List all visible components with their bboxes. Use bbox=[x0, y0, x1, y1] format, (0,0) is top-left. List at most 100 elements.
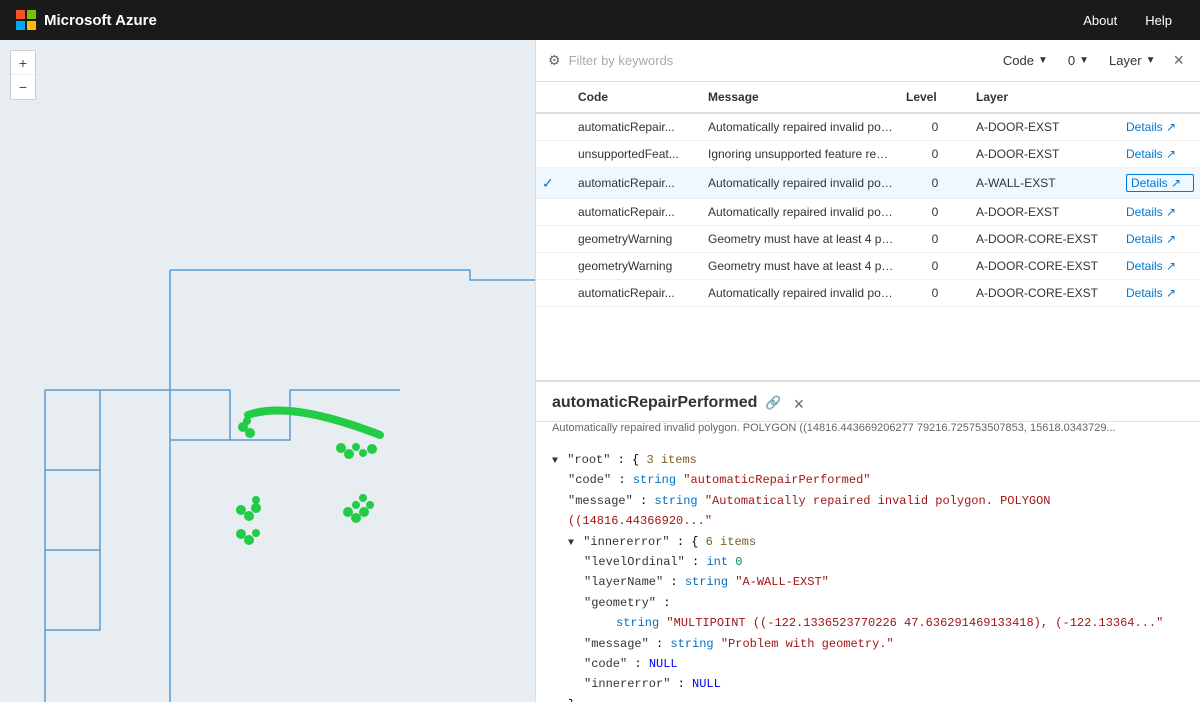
json-message2-line: "message" : string "Problem with geometr… bbox=[584, 634, 1184, 654]
table-row-selected[interactable]: ✓ automaticRepair... Automatically repai… bbox=[536, 168, 1200, 199]
details-link[interactable]: Details ↗ bbox=[1126, 120, 1194, 134]
json-root-count: 3 items bbox=[646, 453, 696, 467]
json-geometry-val: "MULTIPOINT ((-122.1336523770226 47.6362… bbox=[666, 616, 1163, 630]
map-canvas bbox=[0, 40, 535, 702]
detail-close-button[interactable]: × bbox=[790, 394, 809, 415]
top-nav: Microsoft Azure About Help bbox=[0, 0, 1200, 40]
microsoft-squares-icon bbox=[16, 10, 36, 30]
row-details[interactable]: Details ↗ bbox=[1120, 114, 1200, 140]
row-details[interactable]: Details ↗ bbox=[1120, 226, 1200, 252]
detail-subtitle: Automatically repaired invalid polygon. … bbox=[536, 422, 1200, 442]
about-button[interactable]: About bbox=[1071, 9, 1129, 32]
row-level: 0 bbox=[900, 226, 970, 252]
table-row[interactable]: automaticRepair... Automatically repaire… bbox=[536, 114, 1200, 141]
json-level-val: 0 bbox=[735, 555, 742, 569]
col-details bbox=[1120, 82, 1200, 112]
json-innererror2-line: "innererror" : NULL bbox=[584, 674, 1184, 694]
json-layername-line: "layerName" : string "A-WALL-EXST" bbox=[584, 572, 1184, 592]
detail-header: automaticRepairPerformed 🔗 × bbox=[536, 382, 1200, 422]
json-code-type: string bbox=[633, 473, 683, 487]
row-level: 0 bbox=[900, 253, 970, 279]
right-panel: ⚙ Filter by keywords Code ▼ 0 ▼ Layer ▼ … bbox=[535, 40, 1200, 702]
row-details[interactable]: Details ↗ bbox=[1120, 253, 1200, 279]
detail-link-icon[interactable]: 🔗 bbox=[765, 395, 781, 411]
details-link[interactable]: Details ↗ bbox=[1126, 232, 1194, 246]
row-details[interactable]: Details ↗ bbox=[1120, 141, 1200, 167]
row-message: Ignoring unsupported feature representat… bbox=[702, 141, 900, 167]
col-layer: Layer bbox=[970, 82, 1120, 112]
details-link[interactable]: Details ↗ bbox=[1126, 259, 1194, 273]
json-geometry-line: "geometry" : string "MULTIPOINT ((-122.1… bbox=[584, 593, 1184, 634]
filter-close-button[interactable]: × bbox=[1169, 48, 1188, 73]
json-code2-line: "code" : NULL bbox=[584, 654, 1184, 674]
row-check bbox=[536, 121, 572, 133]
collapse-innererror-icon[interactable]: ▼ bbox=[568, 538, 574, 549]
json-code-val: "automaticRepairPerformed" bbox=[683, 473, 870, 487]
table-row[interactable]: automaticRepair... Automatically repaire… bbox=[536, 199, 1200, 226]
zoom-in-button[interactable]: + bbox=[11, 51, 35, 75]
table-header: Code Message Level Layer bbox=[536, 82, 1200, 114]
json-innererror-count: 6 items bbox=[706, 535, 756, 549]
code-dropdown[interactable]: Code ▼ bbox=[997, 51, 1054, 70]
json-message-key: "message" bbox=[568, 494, 633, 508]
code-count-dropdown[interactable]: 0 ▼ bbox=[1062, 51, 1095, 70]
json-level-line: "levelOrdinal" : int 0 bbox=[584, 552, 1184, 572]
filter-placeholder: Filter by keywords bbox=[569, 53, 674, 68]
row-layer: A-DOOR-CORE-EXST bbox=[970, 280, 1120, 306]
json-level-key: "levelOrdinal" bbox=[584, 555, 685, 569]
row-message: Automatically repaired invalid polygon. … bbox=[702, 114, 900, 140]
row-details[interactable]: Details ↗ bbox=[1120, 199, 1200, 225]
filter-bar: ⚙ Filter by keywords Code ▼ 0 ▼ Layer ▼ … bbox=[536, 40, 1200, 82]
detail-title: automaticRepairPerformed bbox=[552, 394, 757, 412]
table-row[interactable]: geometryWarning Geometry must have at le… bbox=[536, 253, 1200, 280]
row-layer: A-DOOR-EXST bbox=[970, 141, 1120, 167]
row-check: ✓ bbox=[536, 169, 572, 198]
row-message: Automatically repaired invalid polygon. … bbox=[702, 280, 900, 306]
filter-icon: ⚙ bbox=[548, 52, 561, 69]
table-row[interactable]: unsupportedFeat... Ignoring unsupported … bbox=[536, 141, 1200, 168]
table-row[interactable]: automaticRepair... Automatically repaire… bbox=[536, 280, 1200, 307]
row-code: automaticRepair... bbox=[572, 199, 702, 225]
json-layername-type: string bbox=[685, 575, 735, 589]
row-details[interactable]: Details ↗ bbox=[1120, 168, 1200, 198]
json-code2-null: NULL bbox=[649, 657, 678, 671]
row-message: Geometry must have at least 4 points wit… bbox=[702, 253, 900, 279]
collapse-icon[interactable]: ▼ bbox=[552, 456, 558, 467]
row-level: 0 bbox=[900, 114, 970, 140]
json-message2-val: "Problem with geometry." bbox=[721, 637, 894, 651]
row-message: Automatically repaired invalid polygon. … bbox=[702, 199, 900, 225]
row-layer: A-DOOR-EXST bbox=[970, 114, 1120, 140]
table-row[interactable]: geometryWarning Geometry must have at le… bbox=[536, 226, 1200, 253]
json-root-key: "root" bbox=[567, 453, 610, 467]
row-level: 0 bbox=[900, 280, 970, 306]
row-check bbox=[536, 287, 572, 299]
chevron-down-icon: ▼ bbox=[1038, 55, 1048, 66]
row-layer: A-DOOR-CORE-EXST bbox=[970, 253, 1120, 279]
row-code: geometryWarning bbox=[572, 253, 702, 279]
filter-input-area[interactable]: Filter by keywords bbox=[569, 53, 989, 68]
details-link-selected[interactable]: Details ↗ bbox=[1126, 174, 1194, 192]
row-message: Geometry must have at least 4 points wit… bbox=[702, 226, 900, 252]
layer-dropdown[interactable]: Layer ▼ bbox=[1103, 51, 1161, 70]
row-code: automaticRepair... bbox=[572, 170, 702, 196]
row-details[interactable]: Details ↗ bbox=[1120, 280, 1200, 306]
zoom-out-button[interactable]: − bbox=[11, 75, 35, 99]
row-level: 0 bbox=[900, 141, 970, 167]
json-root-line: ▼ "root" : { 3 items bbox=[552, 450, 1184, 470]
map-panel: + − bbox=[0, 40, 535, 702]
json-innererror2-null: NULL bbox=[692, 677, 721, 691]
row-message: Automatically repaired invalid polygon. … bbox=[702, 170, 900, 196]
warnings-table: Code Message Level Layer automaticRepair… bbox=[536, 82, 1200, 381]
help-button[interactable]: Help bbox=[1133, 9, 1184, 32]
json-layername-val: "A-WALL-EXST" bbox=[735, 575, 829, 589]
row-code: geometryWarning bbox=[572, 226, 702, 252]
json-layername-key: "layerName" bbox=[584, 575, 663, 589]
details-link[interactable]: Details ↗ bbox=[1126, 147, 1194, 161]
row-code: automaticRepair... bbox=[572, 280, 702, 306]
details-link[interactable]: Details ↗ bbox=[1126, 286, 1194, 300]
details-link[interactable]: Details ↗ bbox=[1126, 205, 1194, 219]
chevron-down-icon-count: ▼ bbox=[1079, 55, 1089, 66]
row-code: automaticRepair... bbox=[572, 114, 702, 140]
azure-logo: Microsoft Azure bbox=[16, 10, 157, 30]
col-check bbox=[536, 82, 572, 112]
